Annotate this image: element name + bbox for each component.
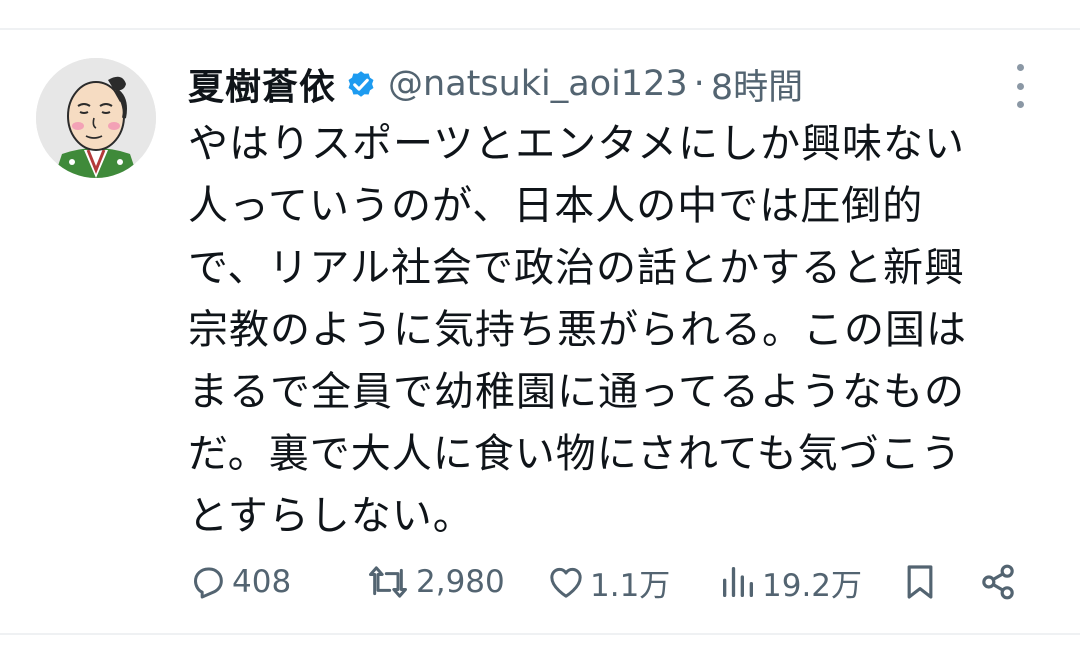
tweet-text-line: 人っていうのが、日本人の中では圧倒的 [188, 183, 924, 229]
like-count: 1.1万 [590, 567, 671, 604]
tweet-text-line: まるで全員で幼稚園に通ってるようなもの [188, 369, 965, 415]
reply-button[interactable]: 408 [188, 558, 291, 606]
tweet-timestamp[interactable]: 8時間 [711, 59, 803, 110]
author-name[interactable]: 夏樹蒼依 [188, 58, 336, 110]
header-separator: · [693, 64, 705, 104]
verified-badge-icon [348, 71, 374, 97]
samurai-avatar-icon [36, 58, 156, 178]
tweet-header: 夏樹蒼依 @natsuki_aoi123 · 8時間 [188, 56, 1038, 112]
reply-count: 408 [232, 564, 292, 600]
tweet-text-line: やはりスポーツとエンタメにしか興味ない [188, 121, 965, 167]
bottom-divider [0, 633, 1080, 635]
tweet-text-line: で、リアル社会で政治の話とかすると新興 [188, 245, 965, 291]
tweet-text: やはりスポーツとエンタメにしか興味ない 人っていうのが、日本人の中では圧倒的 で… [188, 113, 1048, 547]
tweet-text-line: だ。裏で大人に食い物にされても気づこう [188, 431, 962, 477]
share-icon [982, 564, 1014, 600]
views-icon [723, 567, 753, 597]
bookmark-icon [907, 565, 933, 599]
bookmark-button[interactable] [900, 558, 940, 606]
avatar[interactable] [36, 58, 156, 178]
views-button[interactable]: 19.2万 [718, 558, 862, 606]
tweet-text-line: 宗教のように気持ち悪がられる。この国は [188, 307, 967, 353]
like-button[interactable]: 1.1万 [546, 558, 670, 606]
retweet-button[interactable]: 2,980 [364, 558, 505, 606]
more-vertical-icon[interactable] [1006, 64, 1034, 108]
top-divider [0, 28, 1080, 30]
retweet-count: 2,980 [416, 564, 505, 600]
tweet-text-line: とすらしない。 [188, 493, 474, 539]
views-count: 19.2万 [762, 567, 863, 604]
action-bar: 408 2,980 1.1万 19.2万 [188, 558, 1038, 606]
author-handle[interactable]: @natsuki_aoi123 [388, 64, 688, 104]
share-button[interactable] [978, 558, 1018, 606]
retweet-icon [369, 566, 407, 598]
heart-icon [550, 567, 582, 598]
reply-icon [194, 567, 223, 599]
